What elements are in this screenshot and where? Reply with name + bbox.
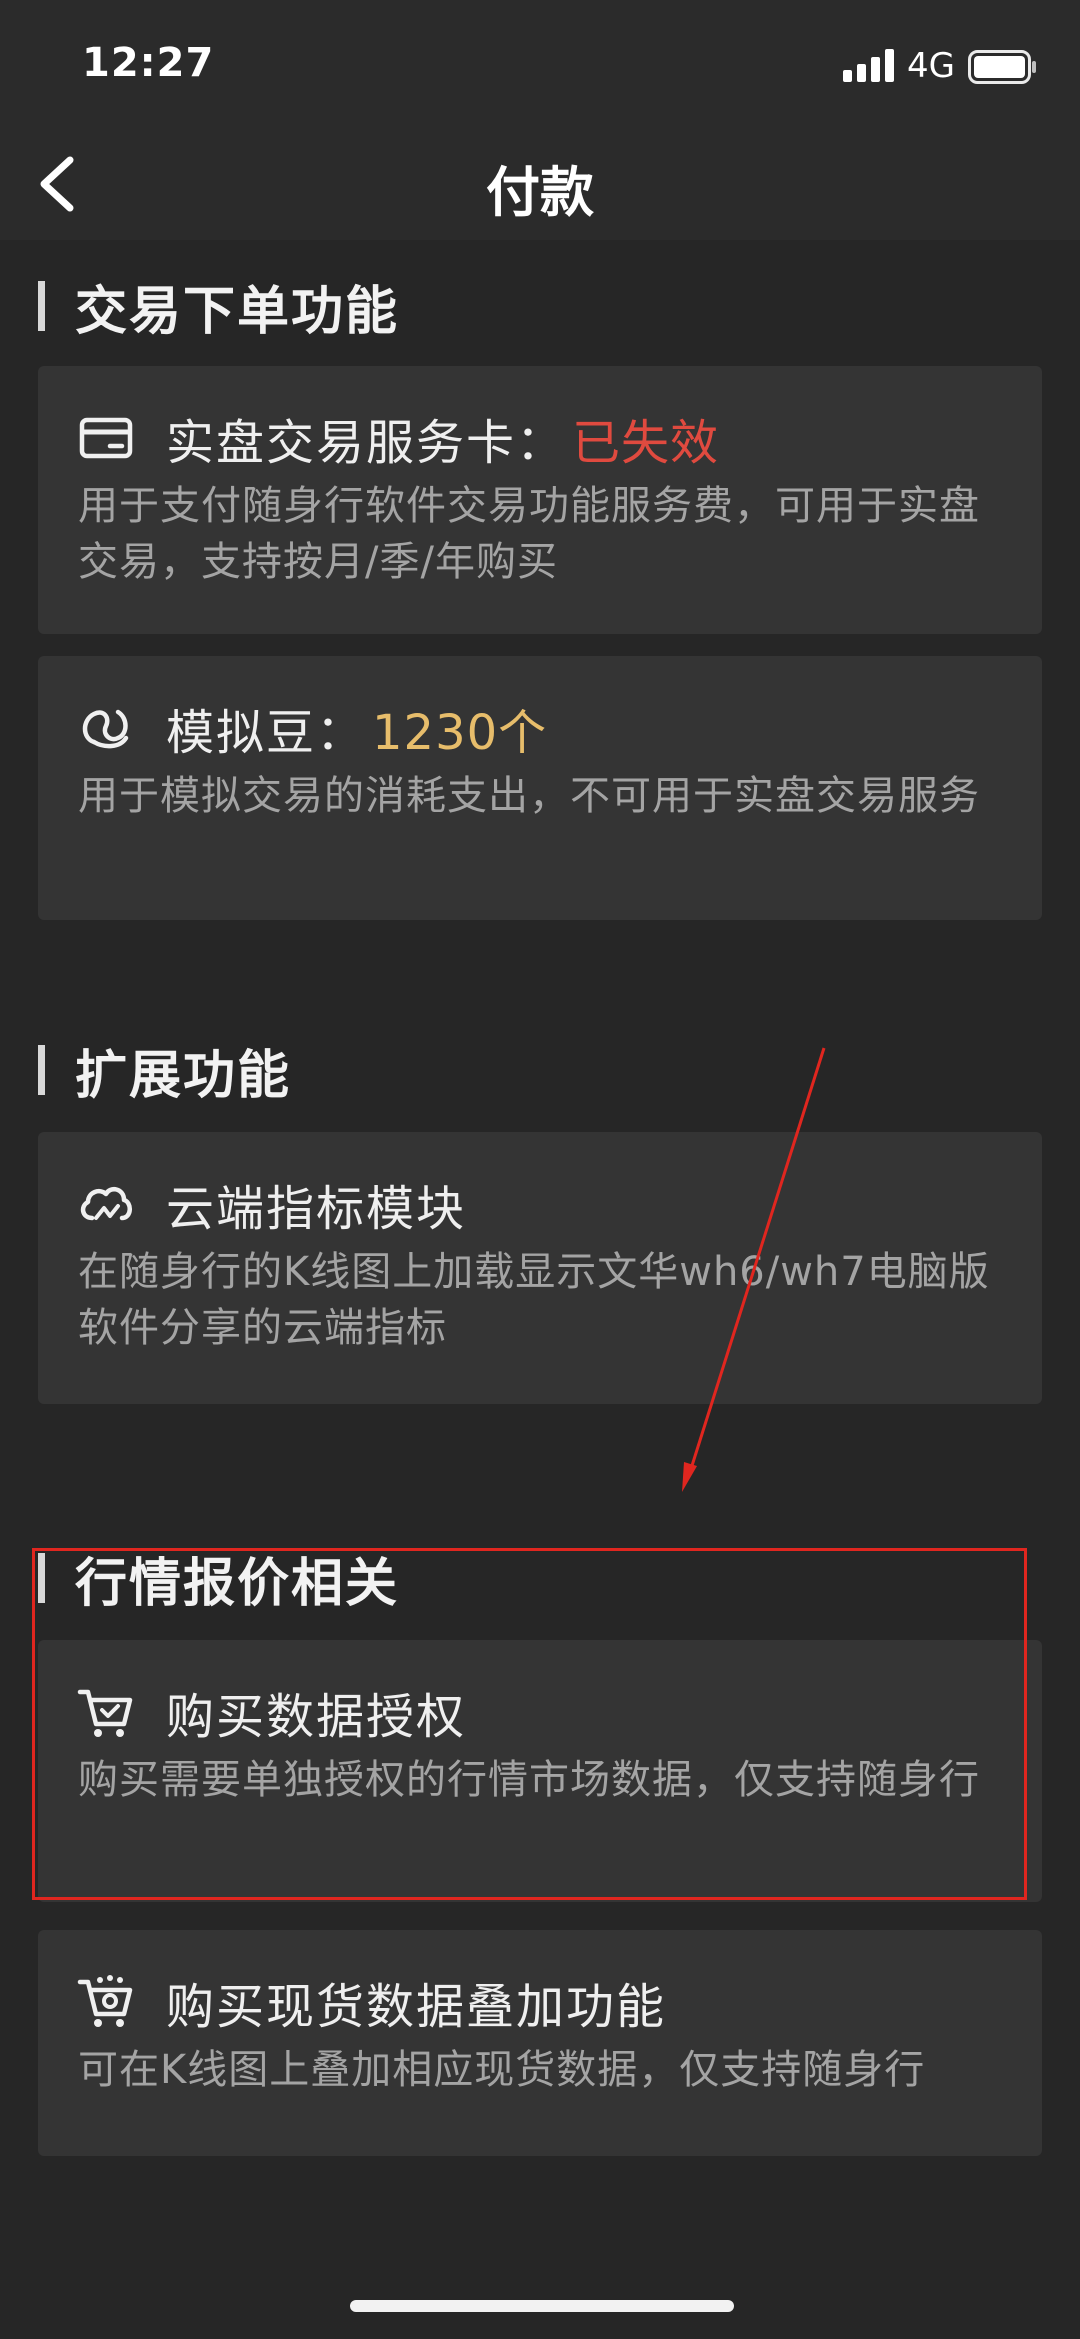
section-title: 交易下单功能 xyxy=(75,281,400,342)
card-description: 购买需要单独授权的行情市场数据，仅支持随身行 xyxy=(78,1757,980,1803)
section-accent-bar xyxy=(38,1045,45,1095)
payment-page: 12:27 4G 付款 交易下单功能 实盘交易服务卡： 已失效 用于支付随身行软… xyxy=(0,0,1080,2339)
card-header: 购买数据授权 xyxy=(76,1680,467,1745)
card-title: 实盘交易服务卡： xyxy=(166,415,567,471)
card-buy-spot-data-overlay[interactable]: 购买现货数据叠加功能 可在K线图上叠加相应现货数据，仅支持随身行 xyxy=(38,1930,1042,2156)
section-accent-bar xyxy=(38,281,45,331)
card-description: 用于模拟交易的消耗支出，不可用于实盘交易服务 xyxy=(78,773,980,819)
section-accent-bar xyxy=(38,1553,45,1603)
battery-icon xyxy=(968,50,1036,84)
card-title: 购买现货数据叠加功能 xyxy=(166,1979,667,2035)
status-bar: 12:27 4G xyxy=(0,0,1080,130)
status-value: 已失效 xyxy=(572,415,720,471)
bean-icon xyxy=(82,709,129,749)
card-title: 购买数据授权 xyxy=(166,1689,467,1745)
card-header: 实盘交易服务卡： 已失效 xyxy=(76,406,720,471)
card-buy-data-license[interactable]: 购买数据授权 购买需要单独授权的行情市场数据，仅支持随身行 xyxy=(38,1640,1042,1902)
card-header: 云端指标模块 xyxy=(76,1172,467,1237)
home-indicator[interactable] xyxy=(350,2300,734,2312)
network-type: 4G xyxy=(907,46,955,86)
section-header-market-data: 行情报价相关 xyxy=(38,1546,399,1614)
shopping-cart-check-icon xyxy=(77,1689,133,1737)
card-title: 模拟豆： xyxy=(166,705,367,761)
card-header: 购买现货数据叠加功能 xyxy=(76,1970,667,2035)
cloud-chart-icon xyxy=(80,1186,132,1221)
section-title: 行情报价相关 xyxy=(75,1553,400,1614)
shopping-cart-gear-icon xyxy=(77,1975,133,2027)
card-simulation-beans[interactable]: 模拟豆： 1230个 用于模拟交易的消耗支出，不可用于实盘交易服务 xyxy=(38,656,1042,920)
section-title: 扩展功能 xyxy=(75,1045,292,1106)
section-header-trading: 交易下单功能 xyxy=(38,274,399,342)
card-cloud-indicators[interactable]: 云端指标模块 在随身行的K线图上加载显示文华wh6/wh7电脑版软件分享的云端指… xyxy=(38,1132,1042,1404)
card-description: 用于支付随身行软件交易功能服务费，可用于实盘交易，支持按月/季/年购买 xyxy=(78,483,980,585)
page-title: 付款 xyxy=(486,161,594,224)
status-time: 12:27 xyxy=(82,40,215,86)
cellular-signal-icon xyxy=(843,49,894,82)
card-description: 在随身行的K线图上加载显示文华wh6/wh7电脑版软件分享的云端指标 xyxy=(78,1249,990,1351)
nav-bar: 付款 xyxy=(0,130,1080,240)
credit-card-icon xyxy=(79,417,133,459)
bean-count: 1230个 xyxy=(372,705,548,761)
card-header: 模拟豆： 1230个 xyxy=(76,696,548,761)
card-title: 云端指标模块 xyxy=(166,1181,467,1237)
card-description: 可在K线图上叠加相应现货数据，仅支持随身行 xyxy=(78,2047,926,2093)
card-live-trading-service[interactable]: 实盘交易服务卡： 已失效 用于支付随身行软件交易功能服务费，可用于实盘交易，支持… xyxy=(38,366,1042,634)
section-header-extensions: 扩展功能 xyxy=(38,1038,291,1106)
